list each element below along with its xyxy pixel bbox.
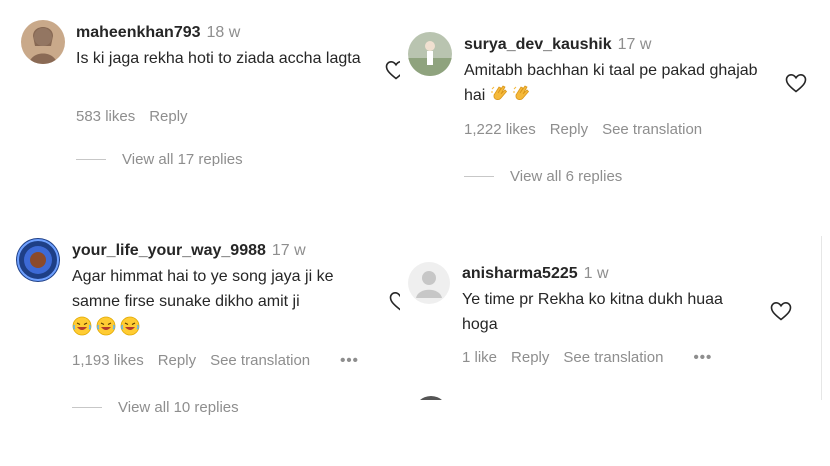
comment-text: Is ki jaga rekha hoti to ziada accha lag… xyxy=(76,50,361,67)
likes-count[interactable]: 1,193 likes xyxy=(72,352,144,369)
comment-text: Agar himmat hai to ye song jaya ji ke sa… xyxy=(72,268,334,310)
comment-panel-4: anisharma5225 1 w Ye time pr Rekha ko kit… xyxy=(400,248,822,400)
see-translation-button[interactable]: See translation xyxy=(602,121,702,138)
more-options-icon[interactable]: ••• xyxy=(693,349,712,366)
comment-actions: 1,222 likes Reply See translation xyxy=(464,121,716,138)
comment-header: surya_dev_kaushik 17 w xyxy=(464,36,651,54)
clapping-hands-icon xyxy=(490,85,507,100)
timestamp: 18 w xyxy=(206,24,241,41)
view-replies-label: View all 10 replies xyxy=(118,399,239,416)
avatar-placeholder[interactable] xyxy=(408,262,450,304)
comment-panel-3: your_life_your_way_9988 17 w Agar himmat … xyxy=(0,225,400,425)
comment-actions: 583 likes Reply xyxy=(76,108,202,125)
divider-line xyxy=(76,159,106,160)
username[interactable]: anisharma5225 xyxy=(462,265,578,282)
comment-maheenkhan793: maheenkhan793 18 w Is ki jaga rekha hoti … xyxy=(0,0,400,166)
comment-actions: 1,193 likes Reply See translation ••• xyxy=(72,352,373,369)
view-replies-button[interactable]: View all 10 replies xyxy=(72,399,239,416)
emoji-group xyxy=(490,83,532,103)
timestamp: 17 w xyxy=(271,242,306,259)
reply-button[interactable]: Reply xyxy=(158,352,196,369)
panel-edge-line xyxy=(821,236,822,400)
next-comment-avatar-partial xyxy=(414,396,448,400)
comment-panel-2: surya_dev_kaushik 17 w Amitabh bachhan ki… xyxy=(400,0,830,210)
comment-panel-1: maheenkhan793 18 w Is ki jaga rekha hoti … xyxy=(0,0,400,166)
comment-header: anisharma5225 1 w xyxy=(462,265,609,283)
heart-icon[interactable] xyxy=(784,71,808,95)
more-options-icon[interactable]: ••• xyxy=(340,352,359,369)
avatar[interactable] xyxy=(21,20,65,64)
comment-text: Ye time pr Rekha ko kitna dukh huaa hoga xyxy=(462,291,723,333)
likes-count[interactable]: 1 like xyxy=(462,349,497,366)
heart-icon[interactable] xyxy=(769,299,793,323)
comment-header: maheenkhan793 18 w xyxy=(76,24,240,42)
comment-your-life-your-way-9988: your_life_your_way_9988 17 w Agar himmat … xyxy=(0,225,400,425)
emoji-group xyxy=(72,316,140,336)
timestamp: 17 w xyxy=(617,36,652,53)
reply-button[interactable]: Reply xyxy=(550,121,588,138)
comment-anisharma5225: anisharma5225 1 w Ye time pr Rekha ko kit… xyxy=(400,248,822,400)
laughing-face-icon xyxy=(120,316,140,336)
view-replies-button[interactable]: View all 17 replies xyxy=(76,151,243,166)
username[interactable]: maheenkhan793 xyxy=(76,24,201,41)
laughing-face-icon xyxy=(96,316,116,336)
comment-surya-dev-kaushik: surya_dev_kaushik 17 w Amitabh bachhan ki… xyxy=(400,0,830,210)
avatar[interactable] xyxy=(408,32,452,76)
view-replies-label: View all 17 replies xyxy=(122,151,243,166)
see-translation-button[interactable]: See translation xyxy=(210,352,310,369)
comment-actions: 1 like Reply See translation ••• xyxy=(462,349,726,366)
comment-header: your_life_your_way_9988 17 w xyxy=(72,242,306,260)
laughing-face-icon xyxy=(72,316,92,336)
username[interactable]: your_life_your_way_9988 xyxy=(72,242,266,259)
timestamp: 1 w xyxy=(583,265,609,282)
divider-line xyxy=(464,176,494,177)
divider-line xyxy=(72,407,102,408)
view-replies-button[interactable]: View all 6 replies xyxy=(464,168,622,185)
heart-icon[interactable] xyxy=(384,58,400,82)
reply-button[interactable]: Reply xyxy=(511,349,549,366)
heart-icon[interactable] xyxy=(388,289,400,313)
clapping-hands-icon xyxy=(512,85,529,100)
avatar[interactable] xyxy=(16,238,60,282)
see-translation-button[interactable]: See translation xyxy=(563,349,663,366)
likes-count[interactable]: 583 likes xyxy=(76,108,135,125)
view-replies-label: View all 6 replies xyxy=(510,168,623,185)
username[interactable]: surya_dev_kaushik xyxy=(464,36,612,53)
likes-count[interactable]: 1,222 likes xyxy=(464,121,536,138)
comment-text: Amitabh bachhan ki taal pe pakad ghajab … xyxy=(464,58,774,108)
reply-button[interactable]: Reply xyxy=(149,108,187,125)
